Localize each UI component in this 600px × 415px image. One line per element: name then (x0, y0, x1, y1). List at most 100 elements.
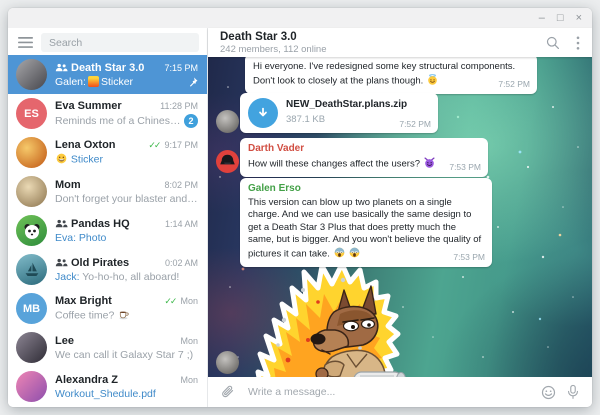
chat-list-item-alexandra-z[interactable]: Alexandra Z Mon Workout_Shedule.pdf (8, 367, 207, 406)
sticker-message-this-is-fine-dog[interactable] (248, 260, 420, 377)
panda-image (20, 219, 44, 243)
chat-name: Max Bright (55, 295, 161, 307)
avatar (16, 137, 47, 168)
sender-avatar-galen[interactable] (216, 351, 239, 374)
conversation-pane: Death Star 3.0 242 members, 112 online (208, 28, 592, 407)
avatar (16, 59, 47, 90)
search-icon[interactable] (546, 36, 560, 50)
close-button[interactable]: × (576, 13, 582, 24)
file-size: 387.1 KB (286, 114, 407, 127)
preview-text: Yo-ho-ho, all aboard! (82, 271, 179, 283)
sender-avatar-darth-vader[interactable] (216, 150, 239, 173)
chat-time: 1:14 AM (165, 219, 198, 229)
halo-emoji-icon (427, 74, 438, 85)
kebab-menu-icon[interactable] (576, 36, 580, 50)
chat-name: Pandas HQ (71, 218, 162, 230)
microphone-icon[interactable] (567, 384, 579, 400)
avatar-initials: MB (23, 303, 40, 315)
preview-text: Workout_Shedule.pdf (55, 388, 156, 400)
chat-name: Lena Oxton (55, 139, 145, 151)
preview-text: Sticker (101, 76, 133, 88)
sender-avatar-galen[interactable] (216, 110, 239, 133)
message-time: 7:52 PM (498, 78, 530, 91)
avatar (16, 215, 47, 246)
chat-list-item-lena-oxton[interactable]: Lena Oxton ✓✓ 9:17 PM Sticker (8, 133, 207, 172)
sticker-image (248, 260, 420, 377)
avatar (16, 371, 47, 402)
sticker-thumbnail-icon (88, 76, 99, 87)
chat-list-item-mom[interactable]: Mom 8:02 PM Don't forget your blaster an… (8, 172, 207, 211)
coffee-emoji-icon (118, 309, 129, 320)
preview-sender: Jack: (55, 271, 80, 283)
message-history[interactable]: Hi everyone. I've redesigned some key st… (208, 57, 592, 377)
preview-text: Don't forget your blaster and helmet (55, 193, 198, 205)
message-input[interactable] (246, 385, 530, 399)
chat-list-item-eva-summer[interactable]: ES Eva Summer 11:28 PM Reminds me of a C… (8, 94, 207, 133)
maximize-button[interactable]: □ (557, 13, 564, 24)
preview-text: We can call it Galaxy Star 7 ;) (55, 349, 193, 361)
read-checkmarks: ✓✓ (148, 140, 159, 151)
chat-sidebar: Death Star 3.0 7:15 PM Galen:Sticker ES (8, 28, 208, 407)
avatar: ES (16, 98, 47, 129)
devil-emoji-icon (424, 157, 435, 168)
chat-name: Lee (55, 335, 177, 347)
grin-emoji-icon (56, 153, 67, 164)
preview-text: Eva: Photo (55, 232, 106, 244)
message-time: 7:52 PM (399, 118, 431, 131)
chat-time: 0:02 AM (165, 258, 198, 268)
preview-text: Sticker (71, 154, 103, 166)
chat-time: 7:15 PM (164, 63, 198, 73)
hamburger-menu-icon[interactable] (18, 37, 33, 48)
minimize-button[interactable]: – (539, 13, 545, 24)
ship-image (21, 259, 43, 281)
chat-list-item-death-star[interactable]: Death Star 3.0 7:15 PM Galen:Sticker (8, 55, 207, 94)
sender-name[interactable]: Darth Vader (248, 143, 480, 156)
chat-name: Eva Summer (55, 100, 157, 112)
unread-badge: 2 (184, 114, 198, 128)
chat-list-item-max-bright[interactable]: MB Max Bright ✓✓ Mon Coffee time? (8, 289, 207, 328)
download-button[interactable] (248, 98, 278, 128)
read-checkmarks: ✓✓ (164, 296, 175, 307)
avatar (16, 176, 47, 207)
window-titlebar[interactable]: – □ × (8, 8, 592, 28)
file-message-bubble[interactable]: NEW_DeathStar.plans.zip 387.1 KB 7:52 PM (240, 93, 438, 133)
conversation-subtitle: 242 members, 112 online (220, 44, 327, 55)
message-bubble[interactable]: Galen Erso This version can blow up two … (240, 178, 492, 267)
chat-time: Mon (180, 336, 198, 346)
chat-time: Mon (180, 375, 198, 385)
message-text: How will these changes affect the users? (248, 158, 420, 169)
chat-list-item-lee[interactable]: Lee Mon We can call it Galaxy Star 7 ;) (8, 328, 207, 367)
avatar-initials: ES (24, 108, 39, 120)
message-bubble[interactable]: Hi everyone. I've redesigned some key st… (245, 57, 537, 94)
search-input[interactable] (41, 33, 199, 52)
emoji-smiley-icon[interactable] (541, 385, 556, 400)
download-arrow-icon (256, 106, 270, 120)
group-icon (55, 63, 68, 72)
conversation-header[interactable]: Death Star 3.0 242 members, 112 online (208, 28, 592, 57)
chat-name: Alexandra Z (55, 374, 177, 386)
chat-list-item-pandas-hq[interactable]: Pandas HQ 1:14 AM Eva: Photo (8, 211, 207, 250)
attach-paperclip-icon[interactable] (221, 385, 235, 400)
chat-time: Mon (180, 296, 198, 306)
group-icon (55, 258, 68, 267)
pin-icon (188, 77, 198, 87)
scream-emoji-icon (349, 247, 360, 258)
chat-time: 9:17 PM (164, 140, 198, 150)
chat-list: Death Star 3.0 7:15 PM Galen:Sticker ES (8, 55, 207, 407)
chat-time: 8:02 PM (164, 180, 198, 190)
group-icon (55, 219, 68, 228)
preview-text: Coffee time? (55, 310, 114, 322)
message-time: 7:53 PM (449, 161, 481, 174)
file-name: NEW_DeathStar.plans.zip (286, 99, 407, 112)
scream-emoji-icon (334, 247, 345, 258)
vader-helmet-image (216, 150, 239, 173)
chat-name: Old Pirates (71, 257, 162, 269)
conversation-title: Death Star 3.0 (220, 31, 327, 44)
avatar: MB (16, 293, 47, 324)
message-bubble[interactable]: Darth Vader How will these changes affec… (240, 138, 488, 177)
chat-list-item-old-pirates[interactable]: Old Pirates 0:02 AM Jack: Yo-ho-ho, all … (8, 250, 207, 289)
preview-sender: Galen: (55, 76, 86, 88)
message-time: 7:53 PM (453, 251, 485, 264)
preview-text: Reminds me of a Chinese prove... (55, 115, 184, 127)
sender-name[interactable]: Galen Erso (248, 183, 484, 196)
